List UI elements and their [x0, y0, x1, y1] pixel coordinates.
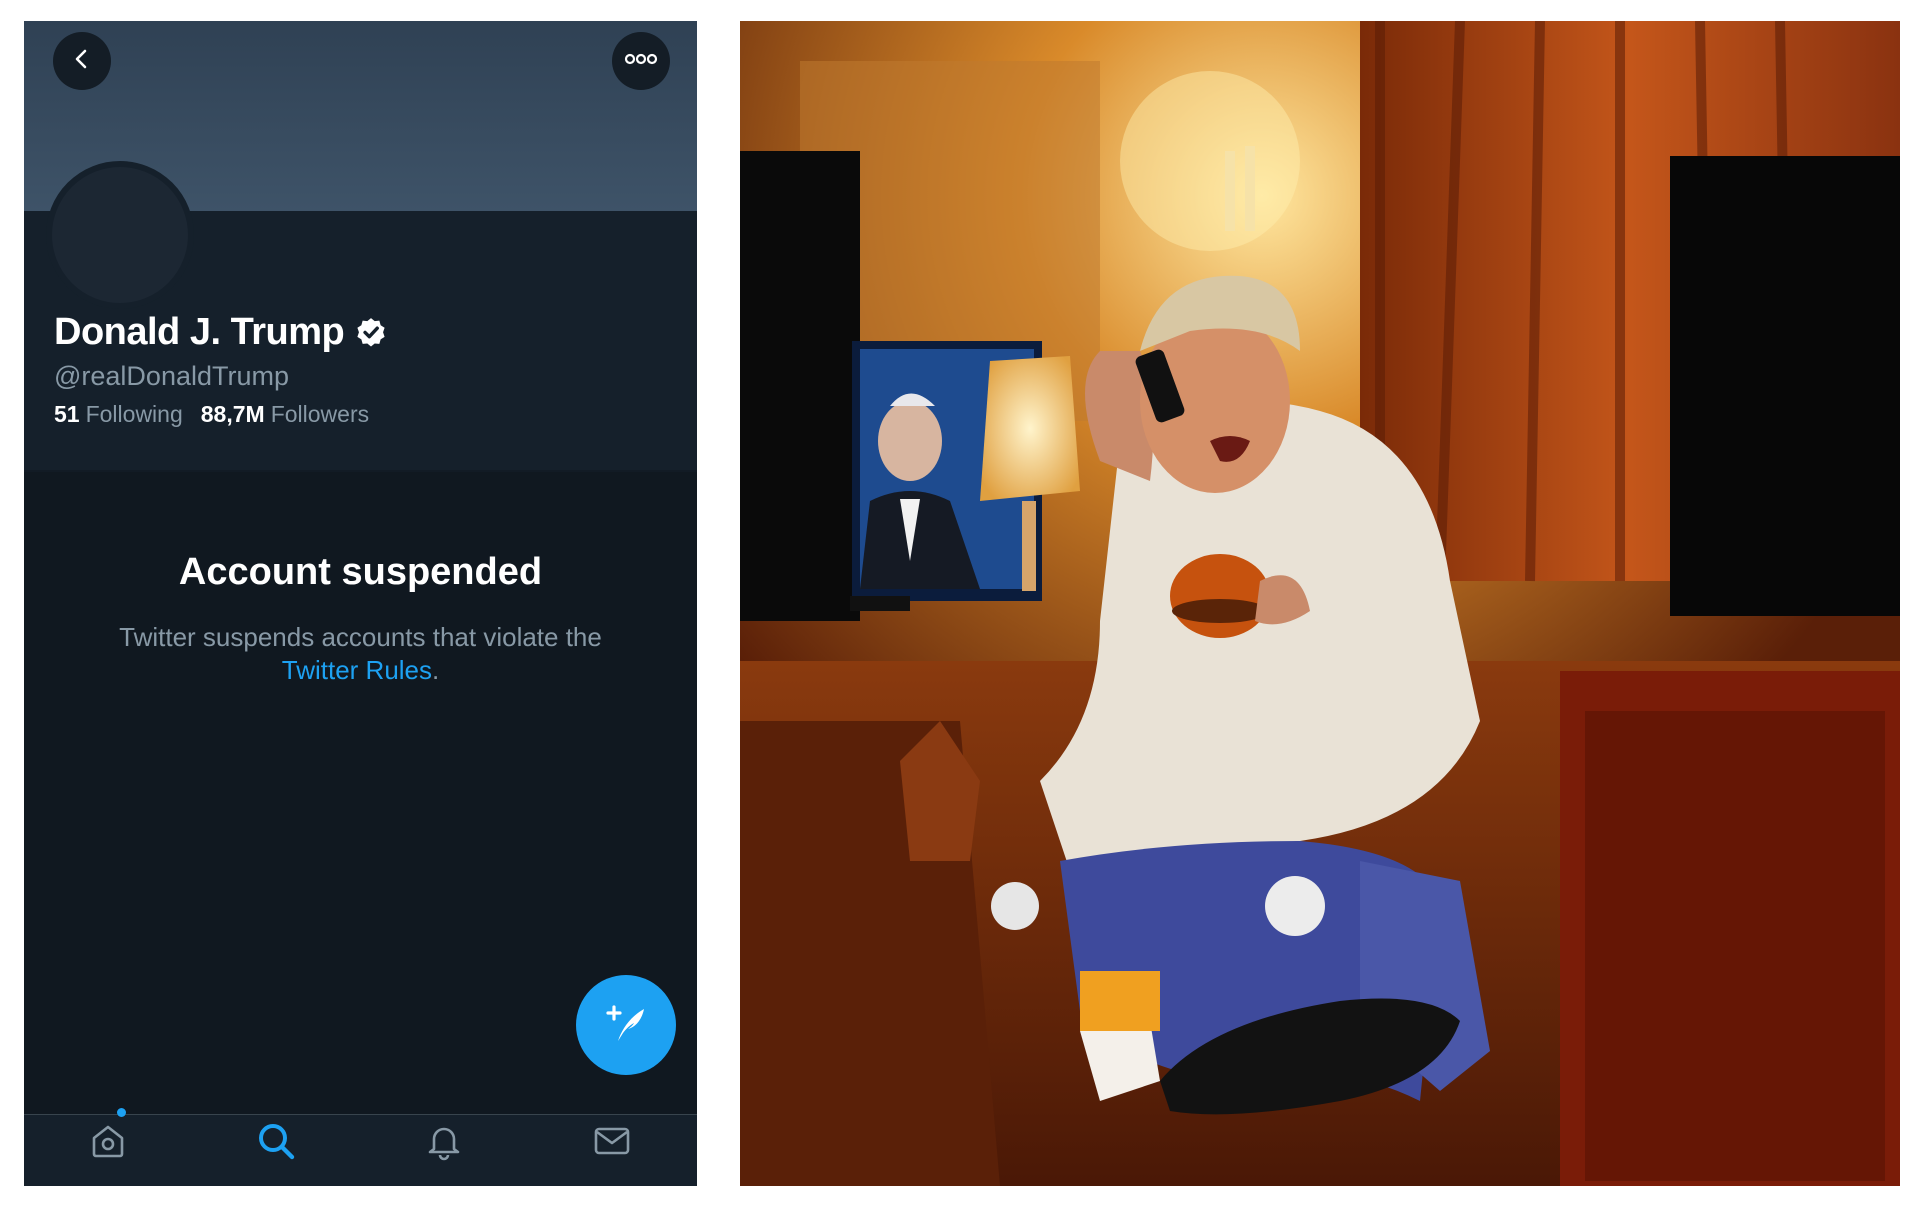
following-label: Following: [85, 401, 183, 427]
home-notification-dot: [117, 1108, 126, 1117]
tab-messages[interactable]: [590, 1121, 634, 1165]
more-options-button[interactable]: [612, 32, 670, 90]
bedroom-scene-image: [740, 21, 1900, 1186]
tab-notifications[interactable]: [422, 1121, 466, 1165]
bell-icon: [424, 1121, 464, 1166]
twitter-profile-screen: Donald J. Trump @realDonaldTrump 51 Follo…: [24, 21, 697, 1186]
search-icon: [256, 1121, 296, 1166]
suspension-period: .: [432, 655, 440, 685]
following-link[interactable]: 51 Following: [54, 401, 183, 428]
suspension-message: Twitter suspends accounts that violate t…: [84, 621, 637, 687]
back-button[interactable]: [53, 32, 111, 90]
chevron-left-icon: [70, 47, 94, 76]
profile-name: Donald J. Trump: [54, 311, 388, 354]
suspension-title: Account suspended: [178, 551, 543, 593]
more-horizontal-icon: [624, 52, 658, 70]
compose-tweet-icon: [600, 997, 652, 1054]
tab-search[interactable]: [254, 1121, 298, 1165]
tab-home[interactable]: [86, 1121, 130, 1165]
display-name: Donald J. Trump: [54, 311, 345, 353]
mail-icon: [592, 1121, 632, 1166]
satirical-illustration: [740, 21, 1900, 1186]
verified-badge-icon: [354, 316, 388, 350]
home-icon: [88, 1121, 128, 1166]
profile-handle: @realDonaldTrump: [54, 361, 289, 391]
followers-count: 88,7M: [200, 401, 265, 427]
follow-stats: 51 Following 88,7M Followers: [54, 401, 369, 428]
following-count: 51: [54, 401, 80, 427]
followers-link[interactable]: 88,7M Followers: [201, 401, 369, 428]
followers-label: Followers: [270, 401, 370, 427]
twitter-rules-link[interactable]: Twitter Rules: [282, 655, 432, 685]
avatar[interactable]: [46, 161, 194, 309]
compose-tweet-button[interactable]: [576, 975, 676, 1075]
suspension-message-text: Twitter suspends accounts that violate t…: [119, 622, 602, 652]
